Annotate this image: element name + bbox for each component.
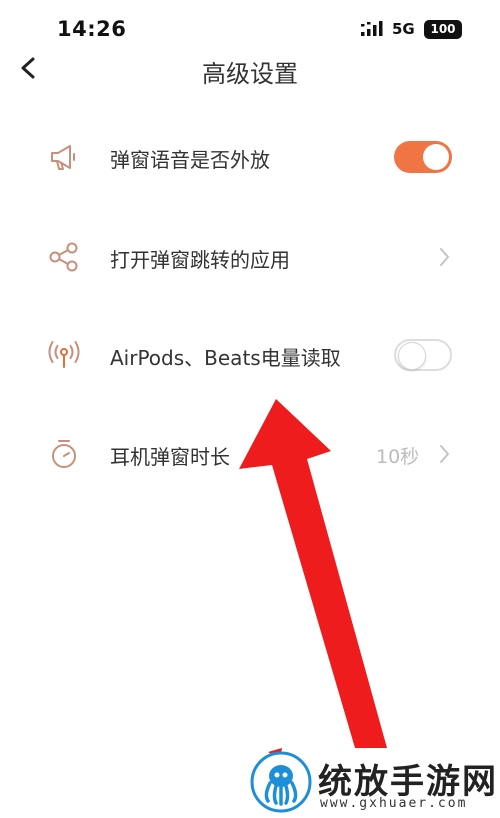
setting-label: 弹窗语音是否外放 bbox=[110, 148, 270, 172]
setting-label: 耳机弹窗时长 bbox=[110, 445, 230, 469]
chevron-right-icon[interactable] bbox=[436, 443, 452, 465]
octopus-logo bbox=[250, 751, 312, 813]
status-bar: 14:26 5G 100 bbox=[0, 0, 500, 56]
timer-icon bbox=[52, 440, 76, 468]
setting-row-airpods-battery[interactable]: AirPods、Beats电量读取 bbox=[0, 315, 500, 395]
toggle-knob bbox=[423, 144, 449, 170]
page-title: 高级设置 bbox=[202, 60, 298, 88]
airpods-toggle[interactable] bbox=[394, 339, 452, 371]
nav-bar: 高级设置 bbox=[0, 50, 500, 90]
signal-icon bbox=[361, 21, 383, 36]
setting-row-popup-audio[interactable]: 弹窗语音是否外放 bbox=[0, 117, 500, 197]
watermark: 统放手游网 www.gxhuaer.com bbox=[248, 748, 500, 818]
megaphone-icon bbox=[51, 145, 75, 170]
duration-value: 10秒 bbox=[376, 446, 420, 468]
broadcast-icon bbox=[48, 341, 80, 368]
network-type: 5G bbox=[392, 20, 415, 38]
setting-label: 打开弹窗跳转的应用 bbox=[110, 248, 290, 272]
battery-indicator: 100 bbox=[424, 20, 462, 39]
watermark-url: www.gxhuaer.com bbox=[320, 796, 468, 811]
toggle-knob bbox=[398, 342, 426, 370]
setting-label: AirPods、Beats电量读取 bbox=[110, 346, 341, 370]
chevron-right-icon[interactable] bbox=[436, 246, 452, 268]
share-icon bbox=[49, 242, 78, 272]
setting-row-open-app[interactable]: 打开弹窗跳转的应用 bbox=[0, 217, 500, 297]
audio-toggle[interactable] bbox=[394, 141, 452, 173]
status-time: 14:26 bbox=[57, 17, 127, 41]
setting-row-popup-duration[interactable]: 耳机弹窗时长 10秒 bbox=[0, 414, 500, 494]
